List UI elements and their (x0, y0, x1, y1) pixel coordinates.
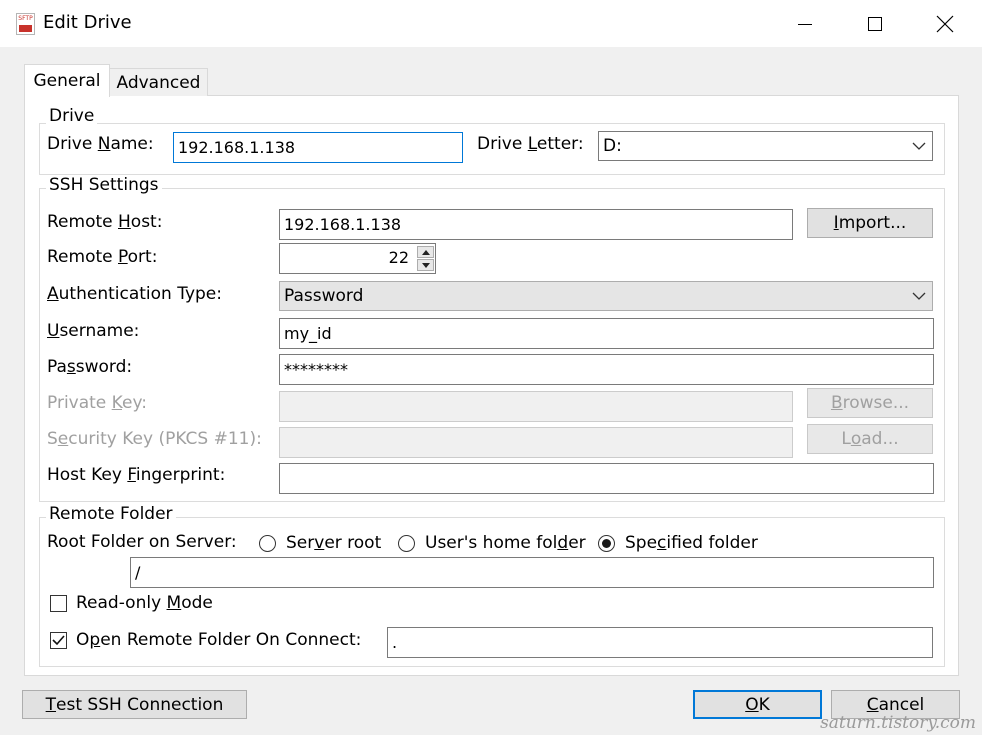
private-key-label: Private Key: (47, 393, 147, 413)
remote-host-value: 192.168.1.138 (284, 215, 402, 234)
security-key-label: Security Key (PKCS #11): (47, 429, 262, 449)
window-title: Edit Drive (43, 12, 132, 33)
host-key-fingerprint-label: Host Key Fingerprint: (47, 465, 226, 485)
open-on-connect-label[interactable]: Open Remote Folder On Connect: (76, 629, 361, 651)
password-label: Password: (47, 357, 133, 377)
maximize-button[interactable] (840, 0, 910, 47)
username-input[interactable]: my_id (279, 318, 934, 349)
minimize-button[interactable] (770, 0, 840, 47)
read-only-label[interactable]: Read-only Mode (76, 592, 213, 614)
load-button: Lo ad... (807, 424, 933, 454)
security-key-input (279, 427, 793, 458)
auth-type-label: Authentication Type: (47, 284, 222, 304)
open-on-connect-value: . (392, 633, 398, 652)
watermark: saturn.tistory.com (820, 713, 976, 733)
remote-folder-legend: Remote Folder (46, 504, 176, 524)
sftp-app-icon: SFTP (16, 13, 35, 35)
open-on-connect-input[interactable]: . (387, 627, 933, 658)
root-folder-value: / (135, 563, 141, 582)
ok-button[interactable]: OK (693, 690, 822, 719)
radio-selected-dot (602, 539, 611, 548)
root-folder-input[interactable]: / (130, 557, 934, 588)
private-key-input (279, 391, 793, 422)
minimize-icon (798, 23, 812, 25)
arrow-up-icon (421, 249, 430, 255)
app-icon-text: SFTP (18, 15, 33, 22)
auth-type-select[interactable]: Password (279, 281, 933, 311)
drive-legend: Drive (46, 106, 98, 126)
server-root-label[interactable]: Server root (286, 532, 381, 554)
drive-name-input[interactable]: 192.168.1.138 (173, 132, 463, 163)
maximize-icon (868, 16, 882, 31)
chevron-down-icon (912, 142, 926, 150)
remote-host-label: Remote Host: (47, 212, 163, 232)
chevron-down-icon (912, 292, 926, 300)
server-root-radio[interactable] (259, 535, 276, 552)
host-key-fingerprint-input[interactable] (279, 463, 934, 494)
root-folder-label: Root Folder on Server: (47, 532, 237, 552)
close-button[interactable] (910, 0, 980, 47)
auth-type-value: Password (284, 286, 364, 306)
close-icon (936, 15, 954, 32)
read-only-checkbox[interactable] (50, 595, 67, 612)
drive-letter-value: D: (603, 136, 622, 156)
open-on-connect-checkbox[interactable] (50, 632, 67, 649)
port-up-button[interactable] (417, 246, 434, 258)
checkmark-icon (52, 635, 65, 646)
tab-advanced[interactable]: Advanced (110, 68, 208, 96)
remote-port-label: Remote Port: (47, 247, 158, 267)
tab-general[interactable]: General (24, 64, 110, 97)
remote-port-stepper[interactable]: 22 (279, 243, 436, 274)
browse-button: Browse... (807, 388, 933, 418)
username-value: my_id (284, 324, 332, 343)
specified-folder-label[interactable]: Specified folder (625, 532, 758, 554)
username-label: Username: (47, 321, 140, 341)
drive-name-label: Drive Name: (47, 134, 154, 154)
port-down-button[interactable] (417, 259, 434, 271)
password-input[interactable]: ******** (279, 354, 934, 385)
test-ssh-connection-button[interactable]: Test SSH Connection (22, 690, 247, 719)
drive-letter-label: Drive Letter: (477, 134, 584, 154)
arrow-down-icon (421, 262, 430, 268)
drive-name-value: 192.168.1.138 (178, 138, 296, 157)
password-value: ******** (284, 360, 348, 379)
remote-host-input[interactable]: 192.168.1.138 (279, 209, 793, 240)
specified-folder-radio[interactable] (598, 535, 615, 552)
remote-port-value: 22 (388, 248, 409, 267)
home-folder-label[interactable]: User's home folder (425, 532, 586, 554)
import-button[interactable]: Import... (807, 208, 933, 238)
home-folder-radio[interactable] (398, 535, 415, 552)
drive-letter-select[interactable]: D: (598, 131, 933, 161)
ssh-settings-legend: SSH Settings (46, 175, 162, 195)
